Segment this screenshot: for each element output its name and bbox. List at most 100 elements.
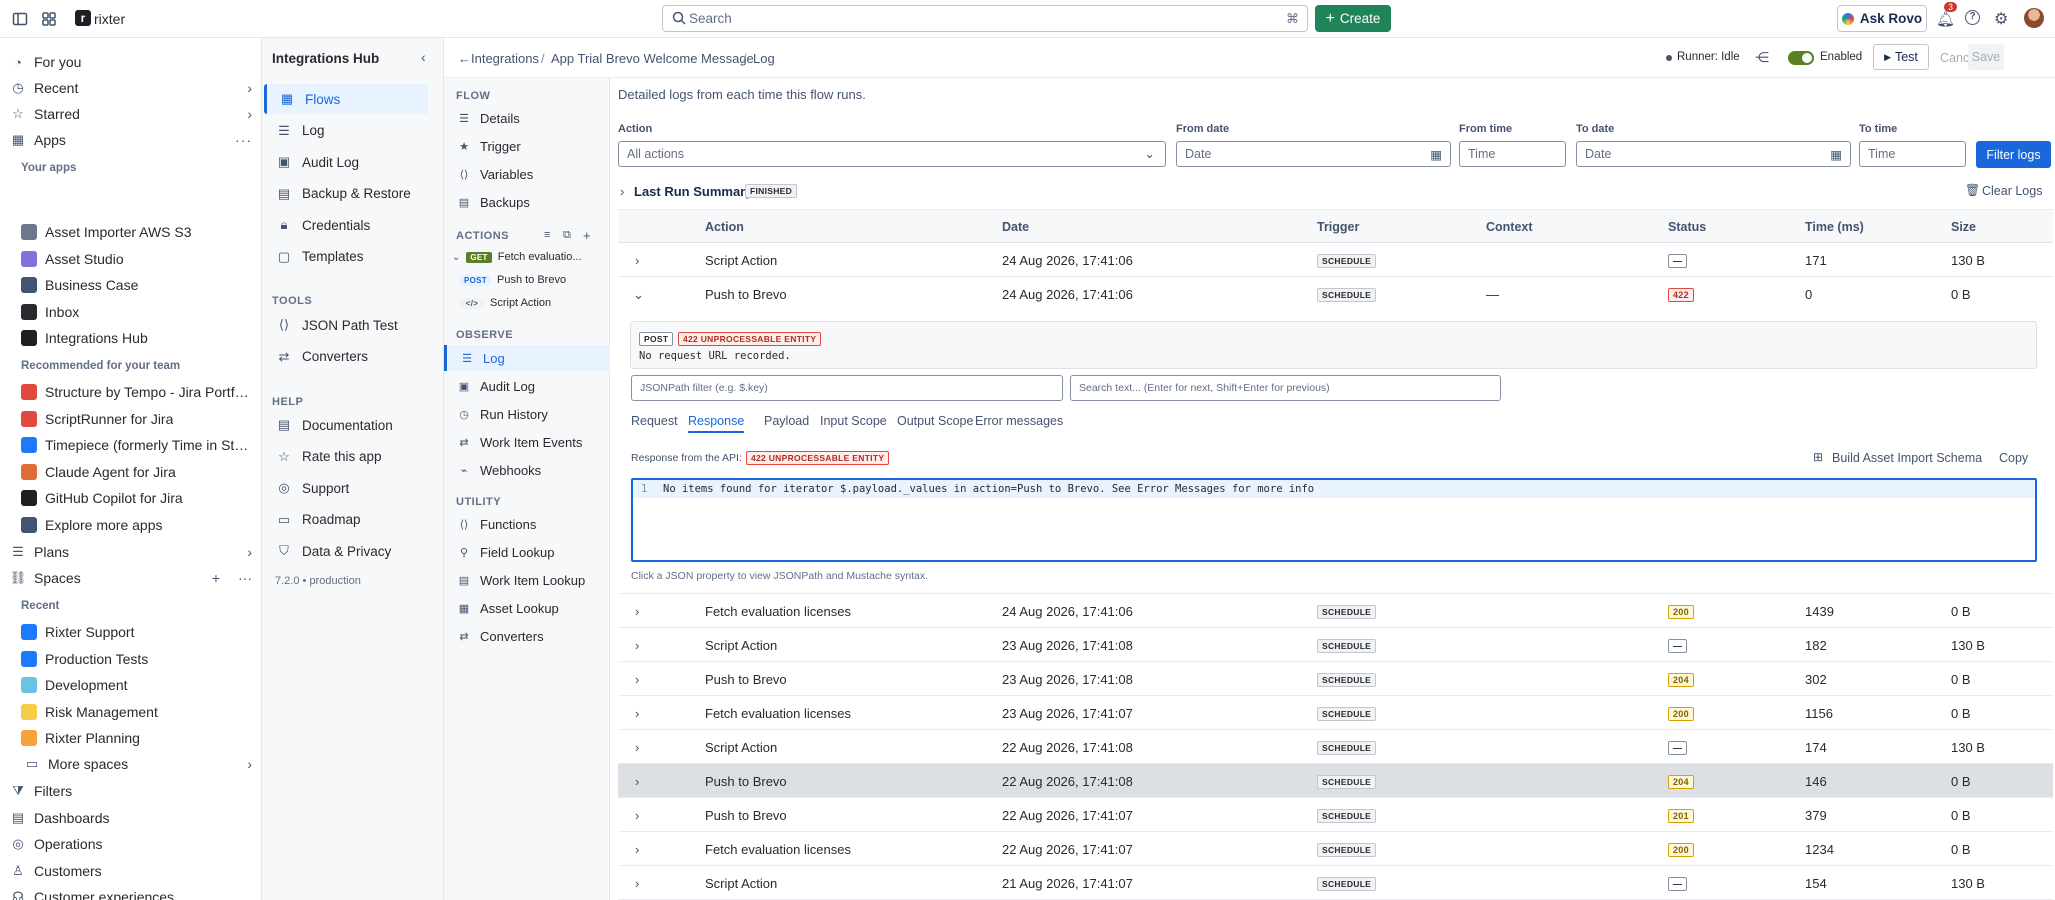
nav-spaces[interactable]: ⛓ Spaces + ··· <box>10 565 252 591</box>
app-item[interactable]: Inbox <box>21 299 252 325</box>
app-switcher-icon[interactable] <box>41 11 57 27</box>
flow-item-details[interactable]: ☰ Details <box>444 105 610 131</box>
enabled-toggle[interactable] <box>1788 51 1814 65</box>
table-row[interactable]: › Script Action 22 Aug 2026, 17:41:08 SCHED… <box>618 730 2053 764</box>
space-item[interactable]: Rixter Support <box>21 619 252 645</box>
recommended-app-item[interactable]: GitHub Copilot for Jira <box>21 485 252 511</box>
add-space-icon[interactable]: + <box>212 570 220 586</box>
save-button[interactable]: Save <box>1968 44 2004 70</box>
flow-item-asset-lookup[interactable]: ▦ Asset Lookup <box>444 595 610 621</box>
filter-logs-button[interactable]: Filter logs <box>1976 141 2051 168</box>
hub-item-flows[interactable]: ▦ Flows <box>264 84 428 114</box>
recommended-app-item[interactable]: Timepiece (formerly Time in Status) <box>21 432 252 458</box>
flow-item-log[interactable]: ☰ Log <box>444 345 610 371</box>
table-row[interactable]: › Script Action 21 Aug 2026, 17:41:07 SCHED… <box>618 866 2053 900</box>
flow-item-converters[interactable]: ⇄ Converters <box>444 623 610 649</box>
ask-rovo-button[interactable]: Ask Rovo <box>1837 5 1927 32</box>
back-arrow-icon[interactable]: ← <box>458 51 471 66</box>
hub-item-templates[interactable]: ▢ Templates <box>264 242 428 272</box>
action-item[interactable]: </> Script Action <box>454 293 620 313</box>
from-date-input[interactable]: Date ▦ <box>1176 141 1451 167</box>
chevron-right-icon[interactable]: › <box>635 604 639 619</box>
chevron-right-icon[interactable]: › <box>635 808 639 823</box>
app-item[interactable]: Integrations Hub <box>21 325 252 351</box>
settings-gear-icon[interactable]: ⚙ <box>1994 9 2008 29</box>
hub-item-log[interactable]: ☰ Log <box>264 116 428 146</box>
hub-tool-json-path-test[interactable]: ⟨⟩ JSON Path Test <box>264 310 428 340</box>
add-action-icon[interactable]: + <box>583 228 591 243</box>
breadcrumb-integrations[interactable]: Integrations <box>471 51 539 66</box>
more-icon[interactable]: ··· <box>235 132 252 148</box>
hub-item-credentials[interactable]: 🔒︎ Credentials <box>264 210 428 240</box>
recommended-app-item[interactable]: Structure by Tempo - Jira Portfolio... <box>21 379 252 405</box>
flow-item-functions[interactable]: ⟨⟩ Functions <box>444 511 610 537</box>
table-row[interactable]: › Push to Brevo 22 Aug 2026, 17:41:07 SCHED… <box>618 798 2053 832</box>
to-time-input[interactable]: Time <box>1859 141 1966 167</box>
copy-button[interactable]: Copy <box>1999 451 2028 465</box>
space-item[interactable]: Development <box>21 672 252 698</box>
action-item[interactable]: POST Push to Brevo <box>454 270 620 290</box>
nav-recent[interactable]: ◷ Recent › <box>10 75 252 101</box>
hub-help-roadmap[interactable]: ▭ Roadmap <box>264 505 428 535</box>
flow-item-work-item-events[interactable]: ⇄ Work Item Events <box>444 429 610 455</box>
flow-item-variables[interactable]: ⟨⟩ Variables <box>444 161 610 187</box>
chevron-down-icon[interactable]: ⌄ <box>452 252 460 263</box>
space-item[interactable]: Risk Management <box>21 699 252 725</box>
space-item[interactable]: Production Tests <box>21 646 252 672</box>
table-row[interactable]: › Fetch evaluation licenses 23 Aug 2026, 1… <box>618 696 2053 730</box>
breadcrumb-flow[interactable]: App Trial Brevo Welcome Message <box>551 51 754 66</box>
search-text-input[interactable]: Search text... (Enter for next, Shift+En… <box>1070 375 1501 401</box>
app-item[interactable]: Asset Studio <box>21 246 252 272</box>
expand-summary-icon[interactable]: › <box>620 184 624 199</box>
action-select[interactable]: All actions ⌄ <box>618 141 1166 167</box>
chevron-right-icon[interactable]: › <box>635 638 639 653</box>
chevron-down-icon[interactable]: ⌄ <box>633 287 644 303</box>
tab-input-scope[interactable]: Input Scope <box>820 414 887 428</box>
nav-starred[interactable]: ☆ Starred › <box>10 101 252 127</box>
action-item[interactable]: ⌄ GET Fetch evaluatio... <box>448 247 614 267</box>
table-row-expanded[interactable]: ⌄ Push to Brevo 24 Aug 2026, 17:41:06 SC… <box>618 277 2053 311</box>
clear-logs-button[interactable]: Clear Logs <box>1982 184 2042 198</box>
create-button[interactable]: + Create <box>1315 5 1391 32</box>
nav-for-you[interactable]: ◔ For you <box>10 49 252 75</box>
response-code-viewer[interactable]: 1 No items found for iterator $.payload.… <box>631 478 2037 562</box>
nav-apps[interactable]: ▦ Apps ··· <box>10 127 252 153</box>
last-run-summary[interactable]: Last Run Summary <box>634 184 752 199</box>
brand-logo[interactable]: r <box>75 10 91 26</box>
nav-customers[interactable]: ♙ Customers <box>10 858 252 884</box>
search-input[interactable]: Search ⌘ <box>662 5 1308 32</box>
flow-item-audit-log[interactable]: ▣ Audit Log <box>444 373 610 399</box>
recommended-app-item[interactable]: Claude Agent for Jira <box>21 459 252 485</box>
recommended-app-item[interactable]: Explore more apps <box>21 512 252 538</box>
hub-help-data-privacy[interactable]: ⛉ Data & Privacy <box>264 536 428 566</box>
chevron-right-icon[interactable]: › <box>635 706 639 721</box>
chevron-right-icon[interactable]: › <box>635 253 639 268</box>
chevron-right-icon[interactable]: › <box>635 672 639 687</box>
flow-item-field-lookup[interactable]: ⚲ Field Lookup <box>444 539 610 565</box>
copy-icon[interactable]: ⧉ <box>563 229 571 242</box>
more-icon[interactable]: ··· <box>238 570 252 586</box>
hub-help-documentation[interactable]: ▤ Documentation <box>264 410 428 440</box>
from-time-input[interactable]: Time <box>1459 141 1566 167</box>
chevron-right-icon[interactable]: › <box>635 740 639 755</box>
test-button[interactable]: ▶ Test <box>1873 44 1929 70</box>
table-row[interactable]: › Fetch evaluation licenses 22 Aug 2026, 1… <box>618 832 2053 866</box>
flow-item-run-history[interactable]: ◷ Run History <box>444 401 610 427</box>
calendar-icon[interactable]: ▦ <box>1430 147 1442 162</box>
tab-response[interactable]: Response <box>688 414 745 433</box>
avatar[interactable] <box>2024 8 2044 28</box>
flow-item-webhooks[interactable]: ⌁ Webhooks <box>444 457 610 483</box>
help-icon[interactable]: ? <box>1965 10 1980 25</box>
build-schema-button[interactable]: Build Asset Import Schema <box>1832 451 1982 465</box>
sidebar-toggle-icon[interactable] <box>12 11 28 27</box>
app-item[interactable]: Asset Importer AWS S3 <box>21 219 252 245</box>
nav-operations[interactable]: ◎ Operations <box>10 831 252 857</box>
tab-payload[interactable]: Payload <box>764 414 809 428</box>
space-item[interactable]: Rixter Planning <box>21 725 252 751</box>
nav-customer-experiences[interactable]: ☊ Customer experiences <box>10 884 252 900</box>
bell-icon[interactable]: 🔔︎ <box>1936 10 1955 28</box>
hub-item-backup-restore[interactable]: ▤ Backup & Restore <box>264 179 428 209</box>
flow-diagram-icon[interactable]: ⋲ <box>1755 49 1769 66</box>
to-date-input[interactable]: Date ▦ <box>1576 141 1851 167</box>
app-item[interactable]: Business Case <box>21 272 252 298</box>
